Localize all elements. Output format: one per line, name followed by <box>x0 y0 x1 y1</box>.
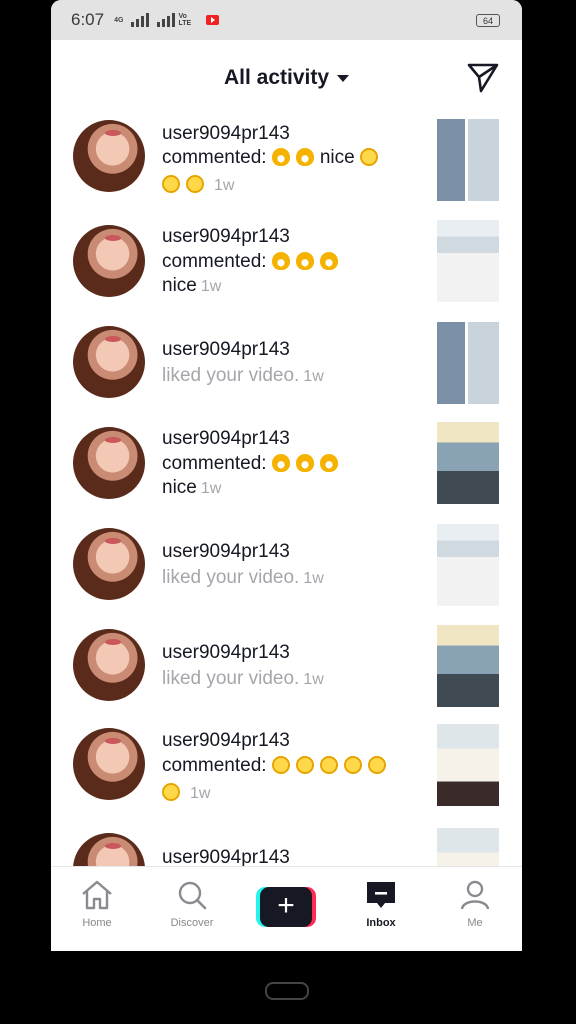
activity-text: commented: <box>162 251 344 273</box>
video-thumbnail[interactable] <box>437 724 499 806</box>
activity-text: commented: nice <box>162 147 384 169</box>
avatar[interactable] <box>73 629 145 701</box>
plus-icon: + <box>260 887 312 927</box>
avatar[interactable] <box>73 326 145 398</box>
activity-text: commented: <box>162 453 344 475</box>
create-video-button[interactable]: + <box>256 887 316 927</box>
phone-screen: 6:07 4G Vo LTE 64 All activity user9094p… <box>51 0 522 951</box>
video-thumbnail[interactable] <box>437 322 499 404</box>
username[interactable]: user9094pr143 <box>162 642 290 664</box>
video-thumbnail[interactable] <box>437 524 499 606</box>
avatar[interactable] <box>73 833 145 866</box>
send-direct-message-icon[interactable] <box>466 60 500 94</box>
username[interactable]: user9094pr143 <box>162 847 290 866</box>
signal-icon <box>131 13 150 27</box>
nav-home-label: Home <box>82 917 112 929</box>
video-thumbnail[interactable] <box>437 119 499 201</box>
activity-row[interactable]: user9094pr143 liked your video. 1w <box>51 623 522 723</box>
nav-home[interactable]: Home <box>62 879 132 929</box>
system-home-button[interactable] <box>265 982 309 1000</box>
nav-me-label: Me <box>467 917 483 929</box>
search-icon <box>178 881 207 910</box>
activity-row[interactable]: user9094pr143 commented: nice 1w <box>51 219 522 319</box>
header: All activity <box>51 40 522 118</box>
video-thumbnail[interactable] <box>437 625 499 707</box>
battery-icon: 64 <box>476 14 500 27</box>
activity-text: liked your video. 1w <box>162 668 324 689</box>
avatar[interactable] <box>73 225 145 297</box>
nav-discover[interactable]: Discover <box>157 879 227 929</box>
nav-me[interactable]: Me <box>440 879 510 929</box>
username[interactable]: user9094pr143 <box>162 339 290 361</box>
signal-icon-2 <box>157 13 176 27</box>
activity-row[interactable]: user9094pr143 commented: nice 1w <box>51 118 522 218</box>
avatar[interactable] <box>73 728 145 800</box>
username[interactable]: user9094pr143 <box>162 428 290 450</box>
username[interactable]: user9094pr143 <box>162 730 290 752</box>
profile-icon <box>460 880 490 910</box>
volte-badge: Vo LTE <box>178 13 192 27</box>
activity-text-2: 1w <box>162 174 234 196</box>
avatar[interactable] <box>73 120 145 192</box>
page-title: All activity <box>223 66 330 89</box>
status-bar: 6:07 4G Vo LTE 64 <box>51 0 522 40</box>
home-icon <box>82 880 112 910</box>
activity-text-2: nice 1w <box>162 275 222 296</box>
username[interactable]: user9094pr143 <box>162 226 290 248</box>
activity-row[interactable]: user9094pr143 liked your video. 1w <box>51 320 522 420</box>
activity-row[interactable]: user9094pr143 commented: 1w <box>51 724 522 824</box>
video-thumbnail[interactable] <box>437 422 499 504</box>
system-nav-bar <box>0 951 576 1024</box>
activity-row[interactable]: user9094pr143 commented: nice 1w <box>51 421 522 521</box>
activity-text: liked your video. 1w <box>162 567 324 588</box>
nav-discover-label: Discover <box>170 917 214 929</box>
activity-list[interactable]: user9094pr143 commented: nice 1w user909… <box>51 118 522 866</box>
caret-down-icon <box>337 74 350 82</box>
activity-row[interactable]: user9094pr143 <box>51 825 522 866</box>
activity-text: commented: <box>162 755 392 777</box>
avatar[interactable] <box>73 427 145 499</box>
activity-text: liked your video. 1w <box>162 365 324 386</box>
nav-inbox-label: Inbox <box>366 917 396 929</box>
youtube-notification-icon <box>206 15 220 25</box>
inbox-icon <box>367 882 395 908</box>
status-time: 6:07 <box>71 10 105 29</box>
video-thumbnail[interactable] <box>437 220 499 302</box>
activity-row[interactable]: user9094pr143 liked your video. 1w <box>51 522 522 622</box>
nav-inbox[interactable]: Inbox <box>346 879 416 929</box>
bottom-nav: Home Discover + Inbox Me <box>51 866 522 951</box>
username[interactable]: user9094pr143 <box>162 541 290 563</box>
network-type: 4G <box>114 16 124 24</box>
avatar[interactable] <box>73 528 145 600</box>
activity-text-2: nice 1w <box>162 477 222 498</box>
video-thumbnail[interactable] <box>437 828 499 866</box>
username[interactable]: user9094pr143 <box>162 123 290 145</box>
activity-filter-dropdown[interactable]: All activity <box>51 66 522 90</box>
activity-text-2: 1w <box>162 782 210 804</box>
